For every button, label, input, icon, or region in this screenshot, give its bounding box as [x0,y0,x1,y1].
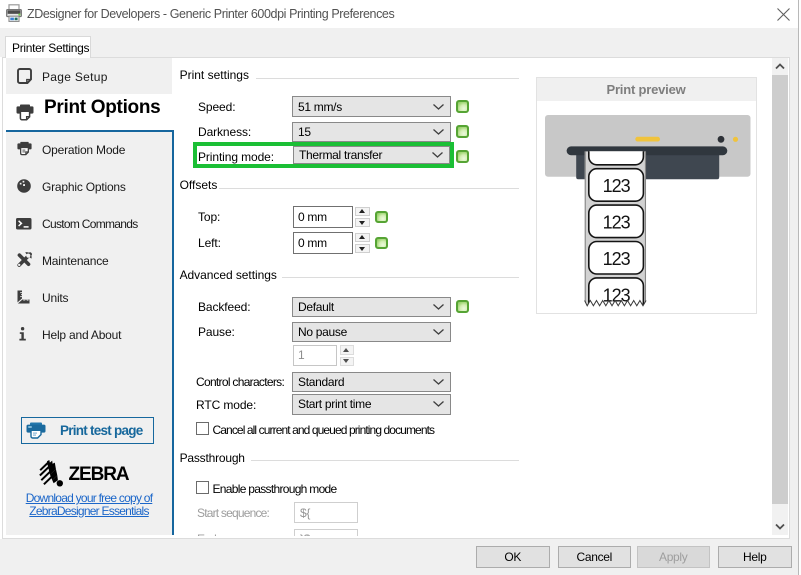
svg-text:123: 123 [602,249,630,269]
svg-text:123: 123 [602,213,630,233]
svg-text:123: 123 [602,176,630,196]
